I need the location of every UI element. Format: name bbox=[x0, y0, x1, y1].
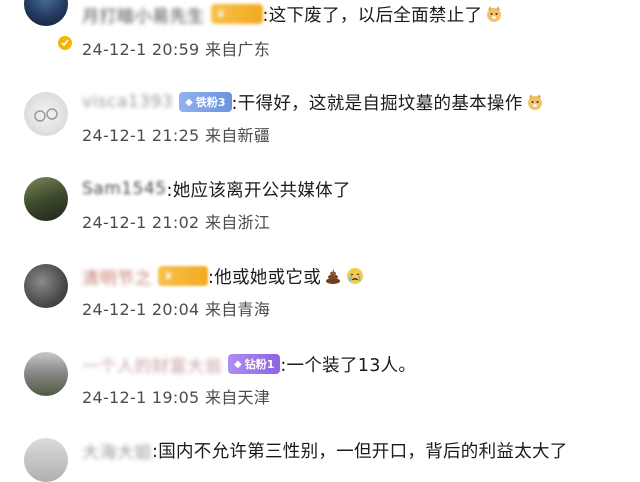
avatar[interactable] bbox=[24, 177, 68, 221]
avatar[interactable] bbox=[24, 92, 68, 136]
crying-face-emoji bbox=[345, 266, 365, 286]
comment-text: :一个装了13人。 bbox=[280, 355, 417, 376]
avatar[interactable] bbox=[24, 264, 68, 308]
comment-location: 来自广东 bbox=[204, 40, 271, 59]
fan-badge[interactable]: ♛ bbox=[210, 4, 263, 24]
comment-location: 来自浙江 bbox=[204, 213, 271, 232]
username[interactable]: 一个人的财富大翁 bbox=[82, 352, 222, 377]
comment-date: 24-12-1 21:25 bbox=[82, 126, 200, 145]
comment-text: :这下废了，以后全面禁止了 bbox=[262, 5, 483, 26]
doge-emoji bbox=[525, 92, 545, 112]
comment-location: 来自青海 bbox=[204, 300, 271, 319]
avatar[interactable] bbox=[24, 438, 68, 482]
username[interactable]: visca1393 bbox=[82, 92, 173, 112]
username[interactable]: Sam1545 bbox=[82, 179, 167, 199]
doge-emoji bbox=[484, 4, 504, 24]
username[interactable]: 月打暗小易先生 bbox=[82, 2, 205, 27]
crown-icon: ♛ bbox=[216, 8, 226, 20]
diamond-icon: ◆ bbox=[234, 358, 242, 370]
comment-text: :他或她或它或 bbox=[208, 267, 321, 288]
avatar[interactable] bbox=[24, 0, 68, 26]
diamond-icon: ◆ bbox=[185, 96, 193, 108]
comment-date: 24-12-1 21:02 bbox=[82, 213, 200, 232]
comment-text: :干得好，这就是自掘坟墓的基本操作 bbox=[231, 93, 523, 114]
verified-icon bbox=[56, 34, 74, 52]
comment-date: 24-12-1 20:04 bbox=[82, 300, 200, 319]
comment-date: 24-12-1 19:05 bbox=[82, 388, 200, 407]
fan-badge[interactable]: ♛ bbox=[158, 266, 208, 286]
comment-text: :她应该离开公共媒体了 bbox=[166, 180, 351, 201]
crown-icon: ♛ bbox=[164, 270, 173, 282]
poop-emoji bbox=[323, 266, 343, 286]
comment-location: 来自天津 bbox=[204, 388, 271, 407]
username[interactable]: 清明节之 bbox=[82, 264, 152, 289]
comment-location: 来自新疆 bbox=[204, 126, 271, 145]
username[interactable]: 大海大姐 bbox=[82, 438, 152, 463]
fan-badge[interactable]: ◆ 钻粉1 bbox=[228, 354, 281, 374]
comment-text: :国内不允许第三性别，一但开口，背后的利益太大了 bbox=[152, 441, 568, 462]
fan-badge[interactable]: ◆ 铁粉3 bbox=[179, 92, 232, 112]
avatar[interactable] bbox=[24, 352, 68, 396]
comment-date: 24-12-1 20:59 bbox=[82, 40, 200, 59]
